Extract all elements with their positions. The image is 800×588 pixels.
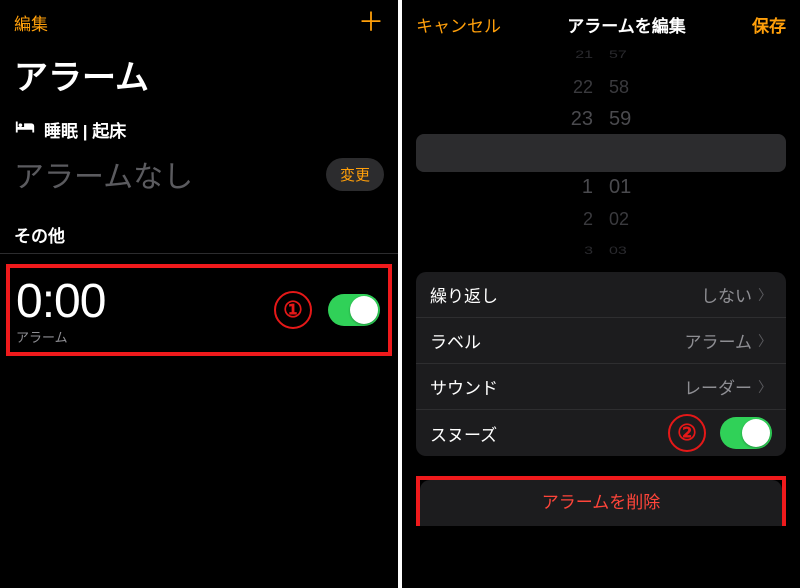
picker-minute: 03 — [609, 241, 627, 261]
sound-label: サウンド — [430, 374, 498, 399]
chevron-right-icon: 〉 — [758, 285, 772, 305]
edit-button[interactable]: 編集 — [14, 10, 48, 35]
modal-title: アラームを編集 — [567, 12, 686, 37]
snooze-row: スヌーズ ② — [416, 410, 786, 456]
edit-alarm-screen: キャンセル アラームを編集 保存 21 22 23 0 1 2 3 57 58 … — [402, 0, 800, 588]
label-label: ラベル — [430, 328, 481, 353]
picker-minute: 01 — [609, 173, 631, 201]
top-bar: 編集 ＋ — [0, 0, 398, 44]
repeat-row[interactable]: 繰り返し しない 〉 — [416, 272, 786, 318]
delete-alarm-button[interactable]: アラームを削除 — [420, 480, 782, 526]
page-title: アラーム — [0, 44, 398, 113]
annotation-badge-2: ② — [668, 414, 706, 452]
picker-hour: 22 — [573, 73, 593, 101]
other-section-header: その他 — [0, 204, 398, 254]
picker-hour: 21 — [575, 45, 593, 65]
snooze-toggle[interactable] — [720, 417, 772, 449]
chevron-right-icon: 〉 — [758, 377, 772, 397]
label-row[interactable]: ラベル アラーム 〉 — [416, 318, 786, 364]
snooze-label: スヌーズ — [430, 421, 497, 446]
annotation-badge-1: ① — [274, 291, 312, 329]
alarm-settings-list: 繰り返し しない 〉 ラベル アラーム 〉 サウンド レーダー 〉 — [416, 272, 786, 456]
repeat-value: しない — [701, 282, 752, 307]
bed-icon — [14, 119, 36, 140]
picker-minute: 57 — [609, 45, 627, 65]
repeat-label: 繰り返し — [430, 282, 498, 307]
picker-hour: 2 — [583, 205, 593, 233]
sound-row[interactable]: サウンド レーダー 〉 — [416, 364, 786, 410]
alarm-label: アラーム — [16, 327, 105, 346]
time-picker[interactable]: 21 22 23 0 1 2 3 57 58 59 00 01 02 03 — [402, 48, 800, 258]
sleep-alarm-row: アラームなし 変更 — [0, 144, 398, 204]
chevron-right-icon: 〉 — [758, 331, 772, 351]
cancel-button[interactable]: キャンセル — [416, 12, 501, 37]
alarm-list-screen: 編集 ＋ アラーム 睡眠 | 起床 アラームなし 変更 その他 0:00 アラー… — [0, 0, 398, 588]
label-value: アラーム — [685, 328, 753, 353]
save-button[interactable]: 保存 — [752, 12, 786, 37]
picker-hour: 1 — [582, 173, 593, 201]
alarm-time[interactable]: 0:00 — [16, 274, 105, 329]
picker-hour: 3 — [584, 241, 593, 261]
alarm-row-highlight: 0:00 アラーム ① — [6, 264, 392, 356]
picker-minute: 02 — [609, 205, 629, 233]
sound-value: レーダー — [684, 374, 752, 399]
change-button[interactable]: 変更 — [326, 158, 384, 191]
picker-minute: 58 — [609, 73, 629, 101]
picker-highlight — [416, 134, 786, 172]
alarm-toggle[interactable] — [328, 294, 380, 326]
sleep-section-heading: 睡眠 | 起床 — [0, 113, 398, 144]
no-alarm-text: アラームなし — [14, 152, 193, 196]
picker-hour: 23 — [571, 105, 593, 133]
picker-minute: 59 — [609, 105, 631, 133]
delete-alarm-highlight: アラームを削除 — [416, 476, 786, 526]
sleep-heading-text: 睡眠 | 起床 — [44, 117, 126, 142]
add-alarm-button[interactable]: ＋ — [358, 9, 384, 35]
